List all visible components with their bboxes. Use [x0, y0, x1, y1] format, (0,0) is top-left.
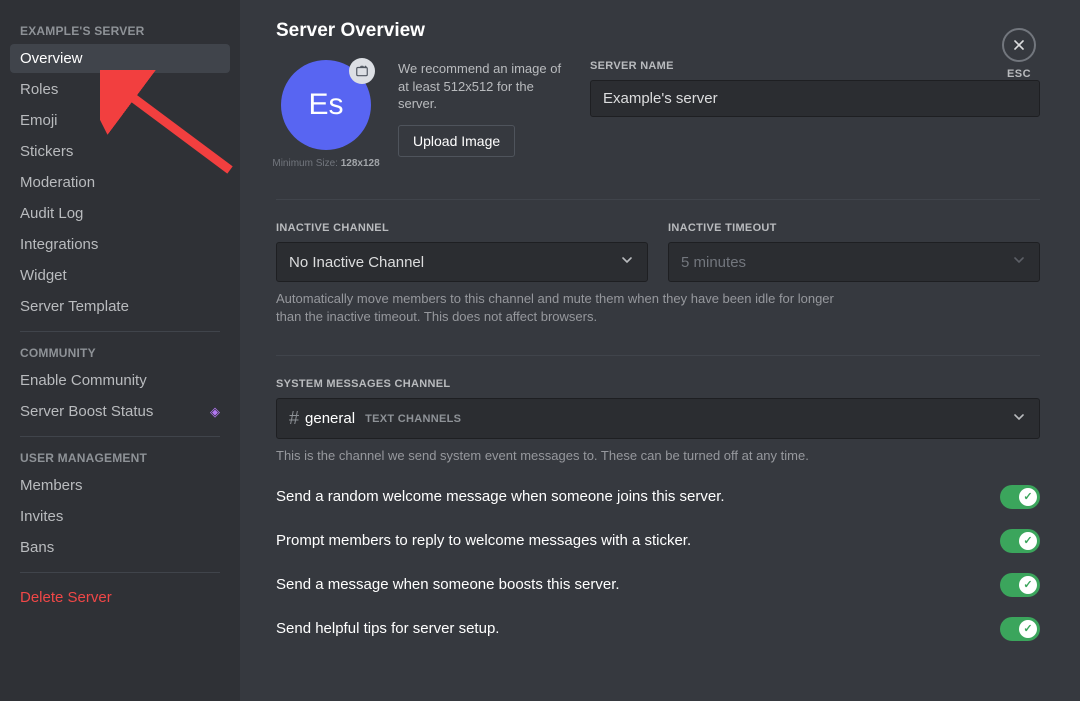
check-icon: ✓ — [1019, 532, 1037, 550]
toggle-switch[interactable]: ✓ — [1000, 617, 1040, 641]
sidebar-item-audit-log[interactable]: Audit Log — [10, 199, 230, 228]
divider — [20, 572, 220, 573]
sidebar-item-stickers[interactable]: Stickers — [10, 137, 230, 166]
upload-image-icon — [349, 58, 375, 84]
toggle-switch[interactable]: ✓ — [1000, 485, 1040, 509]
system-toggle-row: Send a message when someone boosts this … — [276, 573, 1040, 597]
avatar-initials: Es — [308, 88, 343, 122]
inactive-timeout-select[interactable]: 5 minutes — [668, 242, 1040, 282]
boost-icon: ◈ — [210, 404, 220, 420]
check-icon: ✓ — [1019, 488, 1037, 506]
sidebar-item-label: Bans — [20, 539, 54, 556]
sidebar-item-emoji[interactable]: Emoji — [10, 106, 230, 135]
sidebar-item-label: Delete Server — [20, 589, 112, 606]
avatar-recommendation: We recommend an image of at least 512x51… — [398, 60, 568, 113]
system-channel-select[interactable]: # general Text Channels — [276, 398, 1040, 439]
server-name-input[interactable] — [590, 80, 1040, 117]
sidebar-item-label: Members — [20, 477, 83, 494]
sidebar-item-roles[interactable]: Roles — [10, 75, 230, 104]
sidebar-item-bans[interactable]: Bans — [10, 533, 230, 562]
check-icon: ✓ — [1019, 620, 1037, 638]
sidebar-item-label: Roles — [20, 81, 58, 98]
sidebar-item-widget[interactable]: Widget — [10, 261, 230, 290]
close-label: ESC — [1007, 68, 1031, 80]
sidebar-item-label: Widget — [20, 267, 67, 284]
inactive-channel-label: Inactive Channel — [276, 222, 648, 234]
sidebar-item-enable-community[interactable]: Enable Community — [10, 366, 230, 395]
toggle-label: Send helpful tips for server setup. — [276, 620, 499, 637]
avatar-min-size: Minimum Size: 128x128 — [272, 158, 379, 169]
system-toggle-row: Prompt members to reply to welcome messa… — [276, 529, 1040, 553]
sidebar-item-label: Integrations — [20, 236, 98, 253]
sidebar-item-label: Emoji — [20, 112, 58, 129]
close-button[interactable]: ESC — [1002, 28, 1036, 80]
page-title: Server Overview — [276, 20, 1040, 42]
sidebar-item-delete-server[interactable]: Delete Server — [10, 583, 230, 612]
sidebar-item-label: Audit Log — [20, 205, 83, 222]
chevron-down-icon — [1011, 252, 1027, 272]
chevron-down-icon — [1011, 409, 1027, 429]
toggle-switch[interactable]: ✓ — [1000, 573, 1040, 597]
toggle-label: Send a random welcome message when someo… — [276, 488, 725, 505]
sidebar-items-community: Enable Community Server Boost Status ◈ — [10, 366, 230, 426]
sidebar-header-server: Example's Server — [10, 20, 230, 44]
system-toggle-row: Send a random welcome message when someo… — [276, 485, 1040, 509]
settings-sidebar: Example's Server Overview Roles Emoji Stick… — [0, 0, 240, 701]
sidebar-header-usermgmt: User Management — [10, 447, 230, 471]
chevron-down-icon — [619, 252, 635, 272]
server-avatar[interactable]: Es — [281, 60, 371, 150]
sidebar-item-server-template[interactable]: Server Template — [10, 292, 230, 321]
select-value: No Inactive Channel — [289, 254, 424, 271]
sidebar-header-community: Community — [10, 342, 230, 366]
sidebar-item-label: Invites — [20, 508, 63, 525]
system-channel-category: Text Channels — [365, 413, 461, 425]
check-icon: ✓ — [1019, 576, 1037, 594]
system-toggle-row: Send helpful tips for server setup. ✓ — [276, 617, 1040, 641]
sidebar-item-integrations[interactable]: Integrations — [10, 230, 230, 259]
main-pane: ESC Server Overview Es Minimum Size: 128… — [240, 0, 1080, 701]
sidebar-item-invites[interactable]: Invites — [10, 502, 230, 531]
system-channel-label: System Messages Channel — [276, 378, 1040, 390]
divider — [276, 355, 1040, 356]
inactive-channel-select[interactable]: No Inactive Channel — [276, 242, 648, 282]
toggle-switch[interactable]: ✓ — [1000, 529, 1040, 553]
server-name-label: Server Name — [590, 60, 1040, 72]
sidebar-item-label: Moderation — [20, 174, 95, 191]
select-value: 5 minutes — [681, 254, 746, 271]
system-help-text: This is the channel we send system event… — [276, 447, 836, 465]
sidebar-item-overview[interactable]: Overview — [10, 44, 230, 73]
sidebar-items-user: Members Invites Bans — [10, 471, 230, 562]
toggle-label: Send a message when someone boosts this … — [276, 576, 620, 593]
inactive-help-text: Automatically move members to this chann… — [276, 290, 836, 325]
sidebar-item-label: Enable Community — [20, 372, 147, 389]
sidebar-item-server-boost-status[interactable]: Server Boost Status ◈ — [10, 397, 230, 426]
sidebar-items-main: Overview Roles Emoji Stickers Moderation Audi… — [10, 44, 230, 321]
sidebar-item-label: Overview — [20, 50, 83, 67]
upload-image-button[interactable]: Upload Image — [398, 125, 515, 157]
sidebar-item-label: Server Boost Status — [20, 403, 153, 420]
sidebar-item-moderation[interactable]: Moderation — [10, 168, 230, 197]
divider — [20, 331, 220, 332]
close-icon — [1002, 28, 1036, 62]
hash-icon: # — [289, 408, 299, 429]
sidebar-item-members[interactable]: Members — [10, 471, 230, 500]
toggle-label: Prompt members to reply to welcome messa… — [276, 532, 691, 549]
sidebar-item-label: Server Template — [20, 298, 129, 315]
divider — [276, 199, 1040, 200]
sidebar-item-label: Stickers — [20, 143, 73, 160]
inactive-timeout-label: Inactive Timeout — [668, 222, 1040, 234]
system-channel-name: general — [305, 410, 355, 427]
divider — [20, 436, 220, 437]
